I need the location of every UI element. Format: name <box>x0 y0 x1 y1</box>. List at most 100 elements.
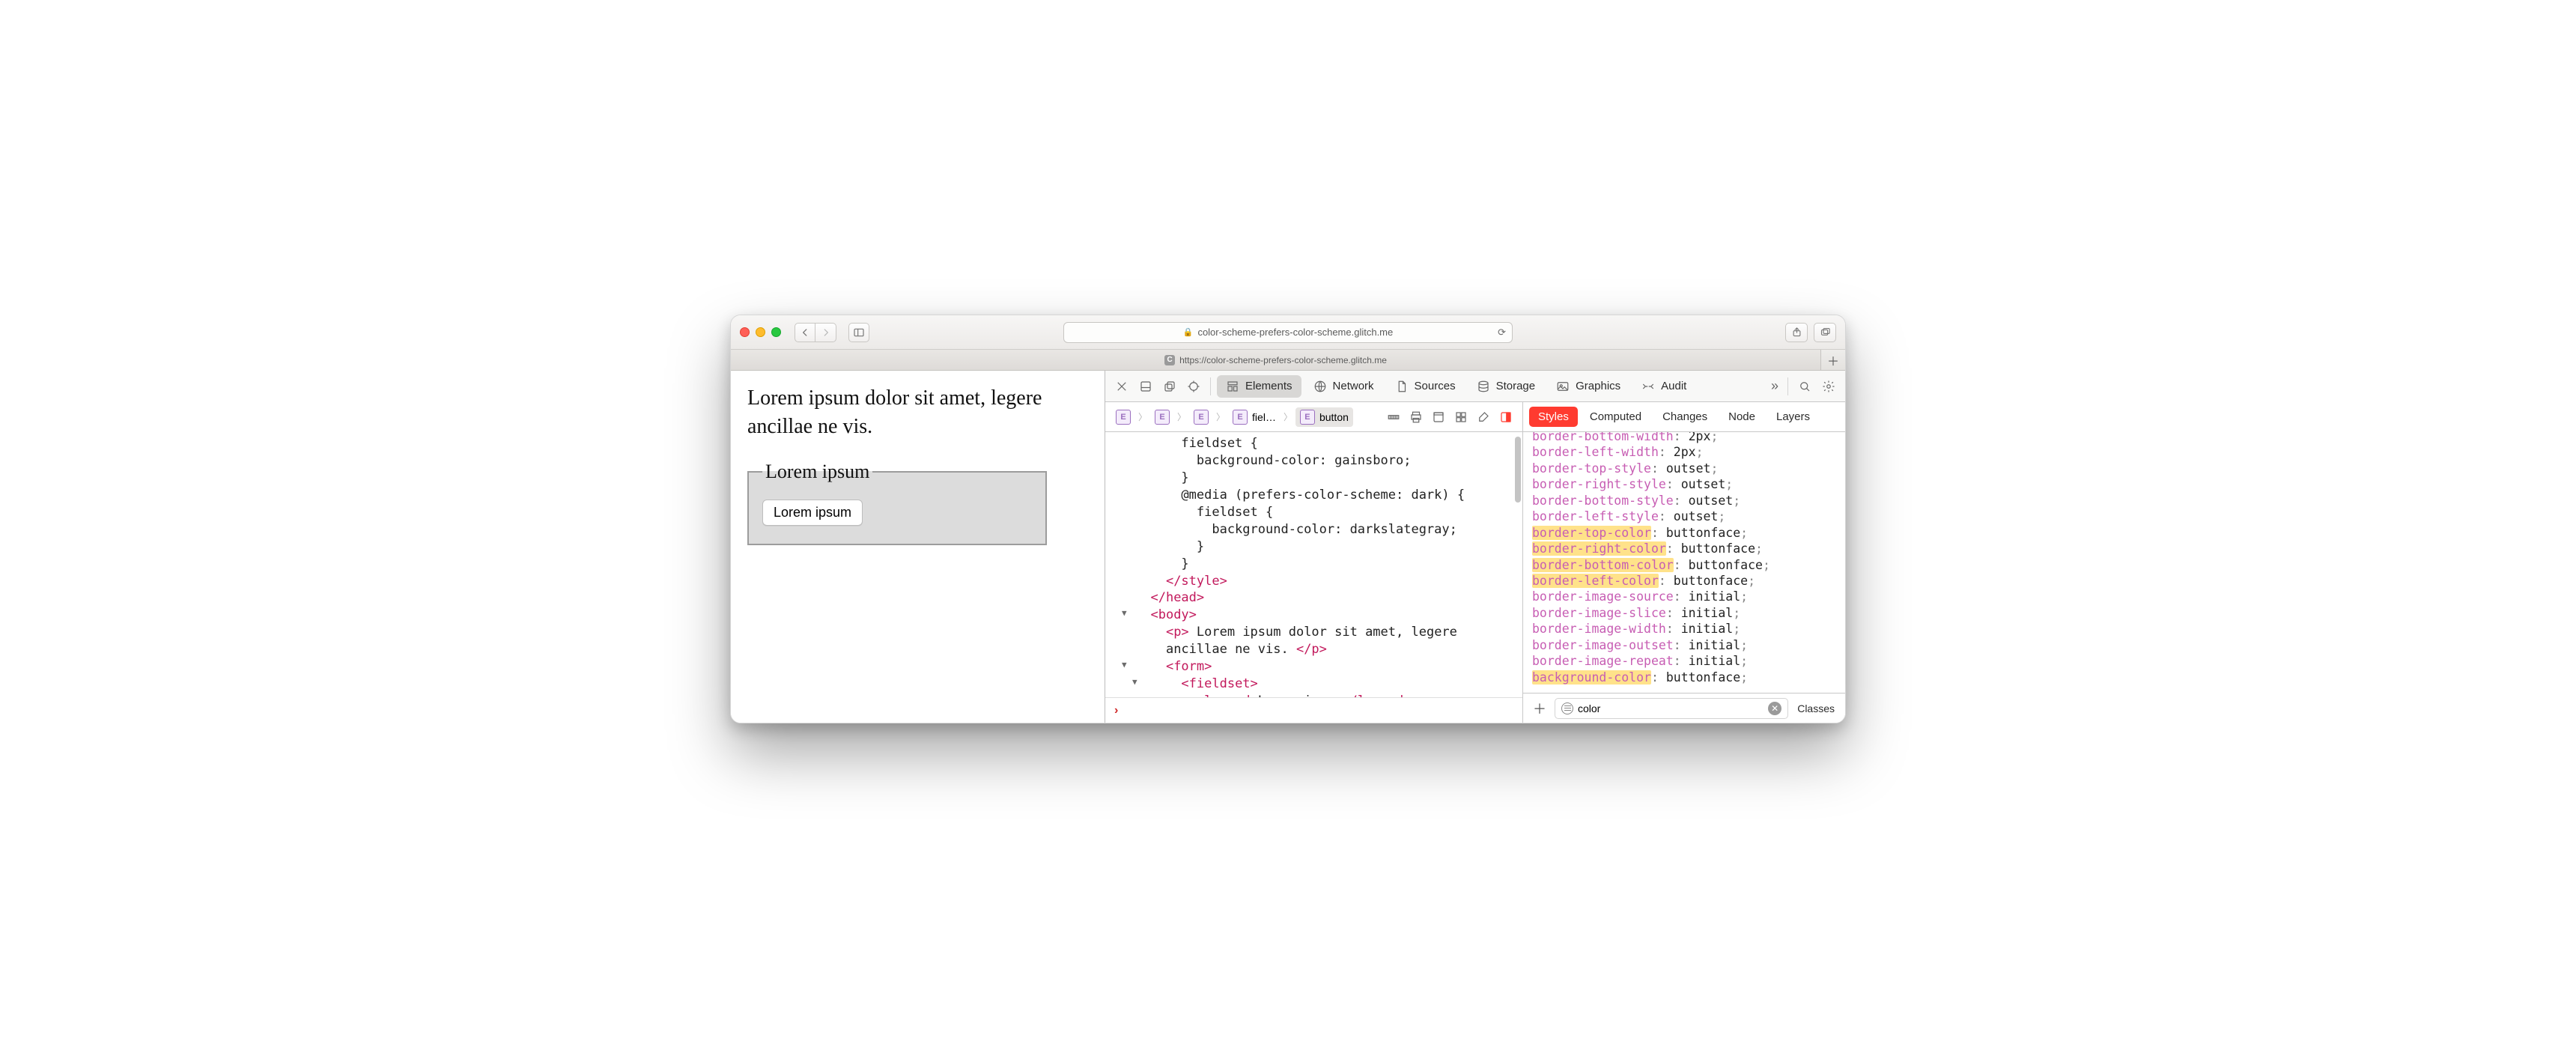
sidebar-toggle-button[interactable] <box>848 323 869 342</box>
style-property-row[interactable]: background-color: buttonface; <box>1523 670 1845 685</box>
lock-icon: 🔒 <box>1183 327 1194 337</box>
tab-sources-label: Sources <box>1415 380 1456 392</box>
tab-elements-label: Elements <box>1245 380 1292 392</box>
styles-tab-styles[interactable]: Styles <box>1529 407 1578 427</box>
dom-source[interactable]: fieldset { background-color: gainsboro; … <box>1105 432 1522 697</box>
style-property-value: initial <box>1681 622 1734 636</box>
style-property-row[interactable]: border-image-source: initial; <box>1523 589 1845 604</box>
clear-filter-icon[interactable]: ✕ <box>1768 702 1781 715</box>
styles-filter-field[interactable]: ✕ <box>1555 698 1788 719</box>
style-property-row[interactable]: border-left-width: 2px; <box>1523 444 1845 460</box>
style-property-row[interactable]: border-left-color: buttonface; <box>1523 573 1845 589</box>
element-badge-icon: E <box>1233 410 1248 425</box>
style-property-name: border-left-width <box>1532 445 1659 459</box>
style-property-value: outset <box>1666 461 1711 476</box>
add-rule-icon[interactable]: ＋ <box>1531 699 1549 717</box>
close-window-button[interactable] <box>740 327 750 337</box>
dock-detach-icon[interactable] <box>1159 376 1180 397</box>
crumb-4-label: button <box>1319 411 1349 423</box>
element-badge-icon: E <box>1116 410 1131 425</box>
print-icon[interactable] <box>1406 407 1427 428</box>
device-icon[interactable] <box>1428 407 1449 428</box>
src-line: fieldset { <box>1135 436 1258 451</box>
crumb-1[interactable]: E <box>1150 407 1174 427</box>
style-property-value: 2px <box>1689 432 1711 443</box>
page-button[interactable]: Lorem ipsum <box>762 500 863 526</box>
back-button[interactable] <box>795 323 815 342</box>
style-property-row[interactable]: border-top-style: outset; <box>1523 461 1845 476</box>
disclosure-triangle-icon[interactable]: ▼ <box>1122 660 1127 671</box>
classes-toggle[interactable]: Classes <box>1794 702 1838 714</box>
rulers-icon[interactable] <box>1383 407 1404 428</box>
style-property-row[interactable]: border-image-slice: initial; <box>1523 605 1845 621</box>
disclosure-triangle-icon[interactable]: ▼ <box>1122 608 1127 619</box>
style-property-row[interactable]: border-image-outset: initial; <box>1523 637 1845 653</box>
tab-sources[interactable]: Sources <box>1386 375 1465 398</box>
paintbrush-icon[interactable] <box>1473 407 1494 428</box>
style-property-row[interactable]: border-right-style: outset; <box>1523 476 1845 492</box>
colon: : <box>1651 670 1666 685</box>
style-property-row[interactable]: border-top-color: buttonface; <box>1523 525 1845 541</box>
style-property-value: initial <box>1689 654 1741 668</box>
src-line: @media (prefers-color-scheme: dark) { <box>1135 488 1465 503</box>
style-property-row[interactable]: border-bottom-color: buttonface; <box>1523 557 1845 573</box>
page-form: Lorem ipsum Lorem ipsum <box>747 461 1088 545</box>
crumb-4[interactable]: Ebutton <box>1295 407 1353 427</box>
styles-tabbar: Styles Computed Changes Node Layers <box>1523 402 1845 432</box>
chevron-right-icon: 〉 <box>1137 410 1149 423</box>
disclosure-triangle-icon[interactable]: ▼ <box>1132 677 1137 688</box>
styles-tab-node[interactable]: Node <box>1719 407 1764 427</box>
tab-storage[interactable]: Storage <box>1468 375 1545 398</box>
zoom-window-button[interactable] <box>771 327 781 337</box>
devtools-settings-icon[interactable] <box>1818 376 1839 397</box>
tab-graphics[interactable]: Graphics <box>1547 375 1629 398</box>
dock-bottom-icon[interactable] <box>1135 376 1156 397</box>
show-tabs-button[interactable] <box>1814 323 1836 342</box>
src-line: <fieldset> <box>1181 676 1257 691</box>
inspect-element-icon[interactable] <box>1183 376 1204 397</box>
address-bar[interactable]: 🔒 color-scheme-prefers-color-scheme.glit… <box>1063 322 1513 343</box>
semicolon: ; <box>1740 526 1748 540</box>
crumb-0[interactable]: E <box>1111 407 1135 427</box>
tab-audit[interactable]: Audit <box>1632 375 1695 398</box>
style-property-row[interactable]: border-bottom-width: 2px; <box>1523 432 1845 444</box>
share-button[interactable] <box>1785 323 1808 342</box>
tab-elements[interactable]: Elements <box>1217 375 1301 398</box>
minimize-window-button[interactable] <box>756 327 765 337</box>
forward-button[interactable] <box>815 323 836 342</box>
tab-network[interactable]: Network <box>1304 375 1383 398</box>
src-line: } <box>1135 539 1204 554</box>
reload-icon[interactable]: ⟳ <box>1498 327 1506 339</box>
element-badge-icon: E <box>1155 410 1170 425</box>
style-property-name: border-right-color <box>1532 541 1666 556</box>
src-line: fieldset { <box>1135 505 1273 520</box>
style-property-name: border-image-outset <box>1532 638 1674 652</box>
style-property-row[interactable]: border-image-width: initial; <box>1523 621 1845 637</box>
close-devtools-icon[interactable] <box>1111 376 1132 397</box>
semicolon: ; <box>1725 477 1733 491</box>
styles-properties-list[interactable]: border-bottom-width: 2px;border-left-wid… <box>1523 432 1845 693</box>
src-line: </head> <box>1150 590 1204 605</box>
style-property-name: border-top-style <box>1532 461 1651 476</box>
style-property-row[interactable]: border-bottom-style: outset; <box>1523 493 1845 509</box>
styles-tab-layers[interactable]: Layers <box>1767 407 1819 427</box>
crumb-3[interactable]: Efiel… <box>1228 407 1281 427</box>
styles-tab-computed[interactable]: Computed <box>1581 407 1650 427</box>
src-line: <body> <box>1150 607 1196 622</box>
tab-storage-label: Storage <box>1496 380 1536 392</box>
console-prompt[interactable]: › <box>1105 697 1522 723</box>
styles-sidebar-toggle-icon[interactable] <box>1495 407 1516 428</box>
style-property-value: outset <box>1674 509 1719 523</box>
style-property-row[interactable]: border-right-color: buttonface; <box>1523 541 1845 556</box>
grid-icon[interactable] <box>1450 407 1471 428</box>
browser-tab[interactable]: C https://color-scheme-prefers-color-sch… <box>731 350 1821 370</box>
devtools-search-icon[interactable] <box>1794 376 1815 397</box>
tabs-overflow-icon[interactable]: » <box>1768 378 1781 394</box>
new-tab-button[interactable]: ＋ <box>1821 350 1845 370</box>
colon: : <box>1666 622 1681 636</box>
style-property-row[interactable]: border-image-repeat: initial; <box>1523 653 1845 669</box>
style-property-row[interactable]: border-left-style: outset; <box>1523 509 1845 524</box>
crumb-2[interactable]: E <box>1189 407 1213 427</box>
styles-tab-changes[interactable]: Changes <box>1653 407 1716 427</box>
styles-filter-input[interactable] <box>1578 702 1764 714</box>
